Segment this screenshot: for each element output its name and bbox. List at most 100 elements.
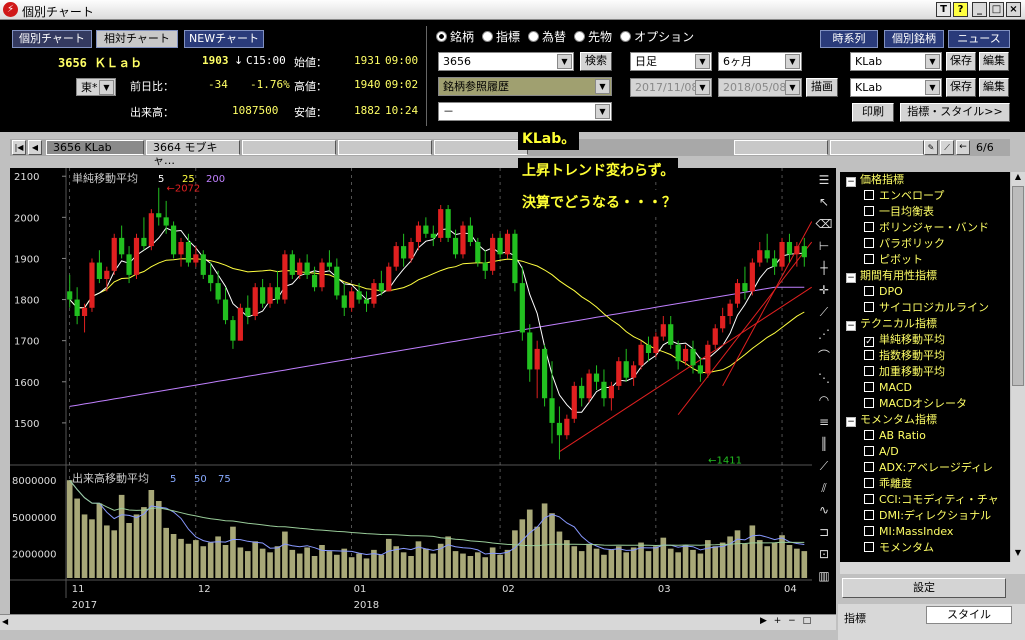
first-tab-icon[interactable]: |◀ <box>12 140 26 155</box>
style-select-1[interactable]: KLab ▼ <box>850 52 942 71</box>
back-arrow-icon[interactable]: ← <box>956 140 970 155</box>
period-range-select[interactable]: 6ヶ月 ▼ <box>718 52 802 71</box>
tree-group[interactable]: − モメンタム指標 <box>840 412 1010 428</box>
collapse-icon[interactable]: − <box>846 177 856 187</box>
pen-icon[interactable]: ✎ <box>924 140 938 155</box>
radio-4[interactable]: オプション <box>620 30 694 44</box>
checkbox-icon[interactable] <box>864 206 874 216</box>
tree-item[interactable]: CCI:コモディティ・チャ <box>840 492 1010 508</box>
help-button[interactable]: ? <box>953 2 968 17</box>
checkbox-icon[interactable] <box>864 254 874 264</box>
tree-group[interactable]: − 期間有用性指標 <box>840 268 1010 284</box>
vline-icon[interactable]: ┼ <box>814 258 834 278</box>
checkbox-icon[interactable] <box>864 494 874 504</box>
scroll-thumb[interactable] <box>1012 186 1024 386</box>
zoom-icon[interactable]: ⊡ <box>814 544 834 564</box>
save-button-2[interactable]: 保存 <box>946 78 976 97</box>
tab-3656[interactable]: 3656 KLab <box>46 140 144 155</box>
scroll-up-icon[interactable]: ▲ <box>1011 172 1025 186</box>
fib-retrace-icon[interactable]: ≡ <box>814 412 834 432</box>
date-from-select[interactable]: 2017/11/08 ▼ <box>630 78 712 97</box>
checkbox-icon[interactable] <box>864 382 874 392</box>
settings-button[interactable]: 設定 <box>842 578 1006 598</box>
code-input[interactable]: 3656 ▼ <box>438 52 574 71</box>
nav-relative-chart[interactable]: 相対チャート <box>96 30 178 48</box>
tree-item[interactable]: 乖離度 <box>840 476 1010 492</box>
scroll-down-icon[interactable]: ▼ <box>1011 548 1025 562</box>
cursor-icon[interactable]: ↖ <box>814 192 834 212</box>
edit-button-2[interactable]: 編集 <box>979 78 1009 97</box>
indicator-style-button[interactable]: 指標・スタイル>> <box>900 103 1010 122</box>
style-select-2[interactable]: KLab ▼ <box>850 78 942 97</box>
checkbox-icon[interactable] <box>864 350 874 360</box>
sub-select[interactable]: － ▼ <box>438 102 612 121</box>
period-type-select[interactable]: 日足 ▼ <box>630 52 712 71</box>
search-button[interactable]: 検索 <box>580 52 612 71</box>
checkbox-icon[interactable] <box>864 430 874 440</box>
hline-icon[interactable]: ⊢ <box>814 236 834 256</box>
fan-icon[interactable]: ⋰ <box>814 324 834 344</box>
bars-icon[interactable]: ▥ <box>814 566 834 586</box>
draw-button[interactable]: 描画 <box>806 78 838 97</box>
checkbox-icon[interactable]: ✓ <box>864 337 874 347</box>
tree-item[interactable]: A/D <box>840 444 1010 460</box>
tree-item[interactable]: サイコロジカルライン <box>840 300 1010 316</box>
checkbox-icon[interactable] <box>864 398 874 408</box>
tree-item[interactable]: MI:MassIndex <box>840 524 1010 540</box>
tab-empty-1[interactable] <box>242 140 336 155</box>
checkbox-icon[interactable] <box>864 286 874 296</box>
checkbox-icon[interactable] <box>864 478 874 488</box>
tree-item[interactable]: DMI:ディレクショナル <box>840 508 1010 524</box>
tree-item[interactable]: モメンタム <box>840 540 1010 556</box>
news-button[interactable]: ニュース <box>948 30 1010 48</box>
fib-fan-icon[interactable]: ⋱ <box>814 368 834 388</box>
scroll-left-icon[interactable]: ◀ <box>2 617 8 626</box>
history-select[interactable]: 銘柄参照履歴 ▼ <box>438 77 612 96</box>
checkbox-icon[interactable] <box>864 510 874 520</box>
checkbox-icon[interactable] <box>864 526 874 536</box>
list-icon[interactable]: ☰ <box>814 170 834 190</box>
tree-item[interactable]: ADX:アベレージディレ <box>840 460 1010 476</box>
cross-icon[interactable]: ✛ <box>814 280 834 300</box>
tab-empty-4[interactable] <box>734 140 828 155</box>
prev-tab-icon[interactable]: ◀ <box>28 140 42 155</box>
collapse-icon[interactable]: − <box>846 273 856 283</box>
minimize-button[interactable]: _ <box>972 2 987 17</box>
tree-item[interactable]: エンベロープ <box>840 188 1010 204</box>
tab-indicator[interactable]: 指標 <box>844 610 866 626</box>
checkbox-icon[interactable] <box>864 446 874 456</box>
individual-stock-button[interactable]: 個別銘柄 <box>884 30 944 48</box>
arc-icon[interactable]: ⌒ <box>814 346 834 366</box>
fib-arc-icon[interactable]: ◠ <box>814 390 834 410</box>
radio-2[interactable]: 為替 <box>528 30 566 44</box>
save-button-1[interactable]: 保存 <box>946 52 976 71</box>
tree-hscroll[interactable] <box>840 562 1025 574</box>
tree-item[interactable]: ボリンジャー・バンド <box>840 220 1010 236</box>
radio-1[interactable]: 指標 <box>482 30 520 44</box>
regression-icon[interactable]: ⟋ <box>814 456 834 476</box>
checkbox-icon[interactable] <box>864 190 874 200</box>
indicator-tree[interactable]: − 価格指標 エンベロープ 一目均衡表 ボリンジャー・バンド パラボリック ピボット − 期間有… <box>840 172 1010 562</box>
tree-item[interactable]: パラボリック <box>840 236 1010 252</box>
tree-item[interactable]: 指数移動平均 <box>840 348 1010 364</box>
market-select[interactable]: 東* ▼ <box>76 78 116 96</box>
maximize-button[interactable]: □ <box>989 2 1004 17</box>
tree-item[interactable]: MACD <box>840 380 1010 396</box>
tree-item[interactable]: ピボット <box>840 252 1010 268</box>
checkbox-icon[interactable] <box>864 462 874 472</box>
collapse-icon[interactable]: − <box>846 417 856 427</box>
tab-empty-3[interactable] <box>434 140 528 155</box>
tree-item[interactable]: 加重移動平均 <box>840 364 1010 380</box>
zoom-controls-icon[interactable]: ▶ + − □ <box>760 616 830 629</box>
tree-group[interactable]: − テクニカル指標 <box>840 316 1010 332</box>
tree-item[interactable]: MACDオシレータ <box>840 396 1010 412</box>
wave-icon[interactable]: ∿ <box>814 500 834 520</box>
radio-0[interactable]: 銘柄 <box>436 30 474 44</box>
checkbox-icon[interactable] <box>864 542 874 552</box>
fib-time-icon[interactable]: ║ <box>814 434 834 454</box>
tree-scrollbar[interactable]: ▲ ▼ <box>1011 172 1025 562</box>
checkbox-icon[interactable] <box>864 222 874 232</box>
date-to-select[interactable]: 2018/05/08 ▼ <box>718 78 802 97</box>
cycle-icon[interactable]: ⊐ <box>814 522 834 542</box>
tree-item[interactable]: 一目均衡表 <box>840 204 1010 220</box>
